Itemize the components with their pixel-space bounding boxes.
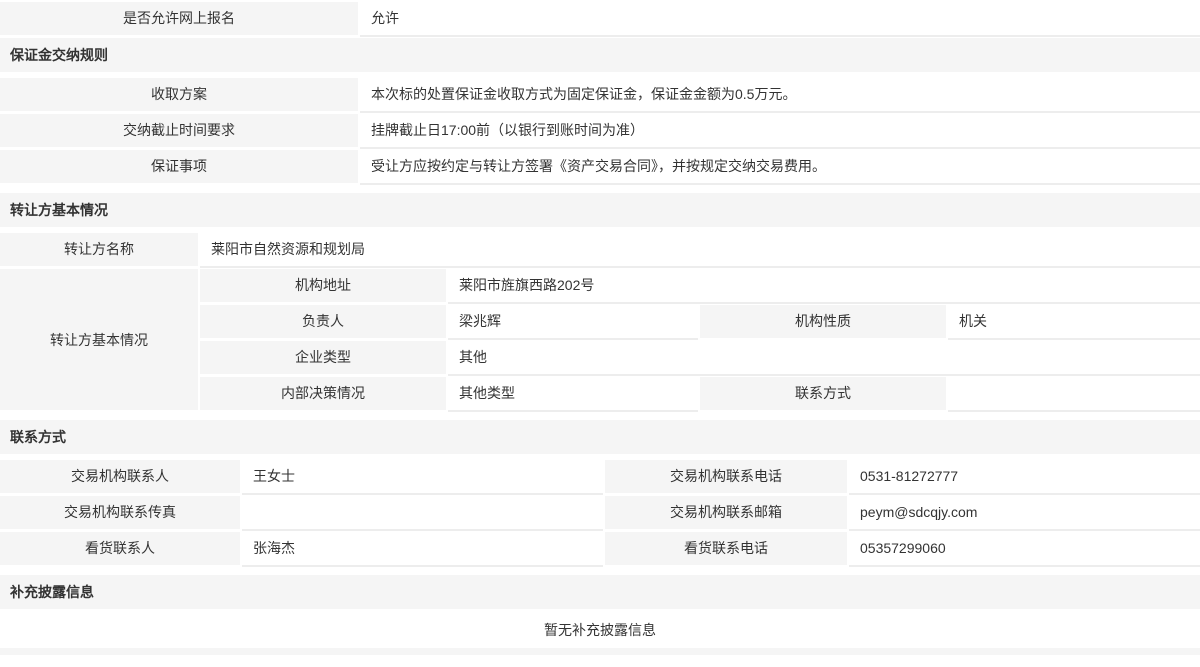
agency-contact-phone-label: 交易机构联系电话 [605, 460, 847, 493]
agency-contact-person-value: 王女士 [242, 460, 603, 493]
collection-plan-label: 收取方案 [0, 78, 358, 111]
agency-contact-person-label: 交易机构联系人 [0, 460, 240, 493]
table-row: 看货联系人 张海杰 看货联系电话 05357299060 [0, 532, 1200, 565]
table-row: 收取方案 本次标的处置保证金收取方式为固定保证金，保证金金额为0.5万元。 [0, 78, 1200, 111]
inspection-contact-phone-value: 05357299060 [849, 532, 1200, 565]
table-row: 交易机构联系人 王女士 交易机构联系电话 0531-81272777 [0, 460, 1200, 493]
internal-decision-value: 其他类型 [448, 377, 698, 410]
section-header-transferor-info: 转让方基本情况 [0, 193, 1200, 227]
org-nature-value: 机关 [948, 305, 1200, 338]
guarantee-items-label: 保证事项 [0, 150, 358, 183]
org-address-label: 机构地址 [200, 269, 446, 302]
transferor-detail-block: 转让方基本情况 机构地址 莱阳市旌旗西路202号 负责人 梁兆辉 机构性质 机关… [0, 269, 1200, 410]
agency-email-value: peym@sdcqjy.com [849, 496, 1200, 529]
payment-deadline-label: 交纳截止时间要求 [0, 114, 358, 147]
agency-fax-value [242, 496, 603, 529]
inspection-contact-person-value: 张海杰 [242, 532, 603, 565]
table-row: 保证事项 受让方应按约定与转让方签署《资产交易合同》，并按规定交纳交易费用。 [0, 150, 1200, 183]
contact-method-label: 联系方式 [700, 377, 946, 410]
table-row: 是否允许网上报名 允许 [0, 2, 1200, 35]
section-header-supplementary: 补充披露信息 [0, 575, 1200, 609]
online-registration-value: 允许 [360, 2, 1200, 35]
table-row: 转让方名称 莱阳市自然资源和规划局 [0, 233, 1200, 266]
table-row: 企业类型 其他 [200, 341, 1200, 374]
transferor-detail-group-label: 转让方基本情况 [0, 269, 198, 410]
transferor-name-value: 莱阳市自然资源和规划局 [200, 233, 1200, 266]
table-row: 负责人 梁兆辉 机构性质 机关 [200, 305, 1200, 338]
person-in-charge-label: 负责人 [200, 305, 446, 338]
inspection-contact-person-label: 看货联系人 [0, 532, 240, 565]
internal-decision-label: 内部决策情况 [200, 377, 446, 410]
next-section-band [0, 648, 1200, 655]
transferor-name-label: 转让方名称 [0, 233, 198, 266]
section-header-deposit-rules: 保证金交纳规则 [0, 38, 1200, 72]
agency-contact-phone-value: 0531-81272777 [849, 460, 1200, 493]
payment-deadline-value: 挂牌截止日17:00前（以银行到账时间为准） [360, 114, 1200, 147]
collection-plan-value: 本次标的处置保证金收取方式为固定保证金，保证金金额为0.5万元。 [360, 78, 1200, 111]
detail-page: 是否允许网上报名 允许 保证金交纳规则 收取方案 本次标的处置保证金收取方式为固… [0, 0, 1200, 667]
guarantee-items-value: 受让方应按约定与转让方签署《资产交易合同》，并按规定交纳交易费用。 [360, 150, 1200, 183]
table-row: 内部决策情况 其他类型 联系方式 [200, 377, 1200, 410]
agency-email-label: 交易机构联系邮箱 [605, 496, 847, 529]
org-nature-label: 机构性质 [700, 305, 946, 338]
supplementary-empty-message: 暂无补充披露信息 [0, 615, 1200, 645]
table-row: 交易机构联系传真 交易机构联系邮箱 peym@sdcqjy.com [0, 496, 1200, 529]
inspection-contact-phone-label: 看货联系电话 [605, 532, 847, 565]
org-address-value: 莱阳市旌旗西路202号 [448, 269, 1200, 302]
table-row: 机构地址 莱阳市旌旗西路202号 [200, 269, 1200, 302]
agency-fax-label: 交易机构联系传真 [0, 496, 240, 529]
table-row: 交纳截止时间要求 挂牌截止日17:00前（以银行到账时间为准） [0, 114, 1200, 147]
contact-method-value [948, 377, 1200, 410]
enterprise-type-value: 其他 [448, 341, 1200, 374]
enterprise-type-label: 企业类型 [200, 341, 446, 374]
online-registration-label: 是否允许网上报名 [0, 2, 358, 35]
section-header-contact: 联系方式 [0, 420, 1200, 454]
person-in-charge-value: 梁兆辉 [448, 305, 698, 338]
